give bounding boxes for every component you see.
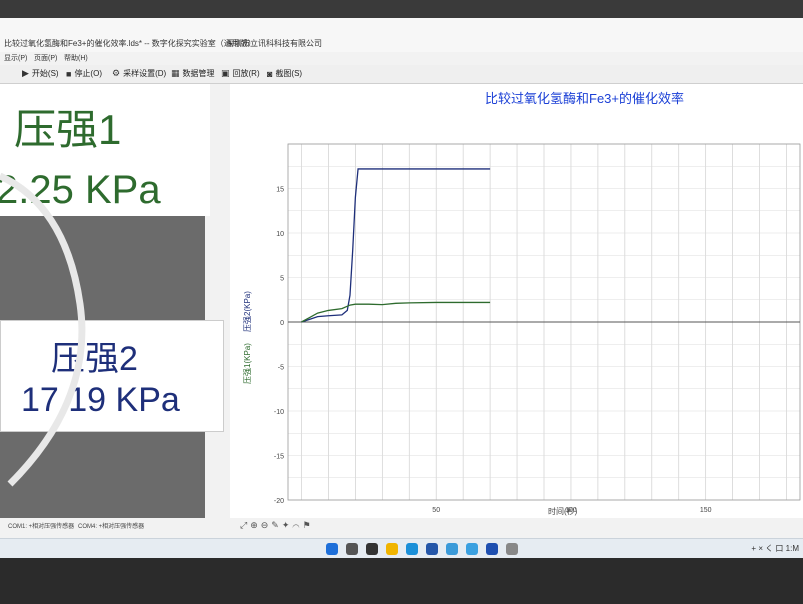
menu-page[interactable]: 页面(P) (34, 53, 57, 63)
lab-app-icon[interactable] (506, 543, 518, 555)
sensor-panel: 压强1 2.25 KPa 压强2 17.19 KPa (0, 84, 224, 518)
browser-icon[interactable] (446, 543, 458, 555)
status-com4: COM4: +相对压强传感器 (78, 524, 145, 530)
x-tick-label: 50 (432, 507, 440, 514)
monitor-bezel-bottom (0, 558, 803, 604)
folder-icon[interactable] (386, 543, 398, 555)
status-bar: COM1: +相对压强传感器 COM4: +相对压强传感器 (0, 518, 230, 532)
qq-icon[interactable] (466, 543, 478, 555)
stop-label: 停止(O) (74, 69, 102, 78)
play-icon: ▶ (22, 68, 29, 78)
menu-display[interactable]: 显示(P) (4, 53, 27, 63)
y-tick-label: -5 (278, 365, 284, 372)
replay-icon: ▣ (221, 68, 230, 78)
replay-button[interactable]: ▣ 回放(R) (221, 67, 260, 80)
y-tick-label: -10 (274, 409, 284, 416)
app-icon[interactable] (426, 543, 438, 555)
zoom-in-icon[interactable]: ⊕ (250, 520, 261, 530)
chart-panel: 比较过氧化氢酶和Fe3+的催化效率 压强2(KPa) 压强1(KPa) 时间(秒… (230, 84, 803, 518)
task-view-icon[interactable] (366, 543, 378, 555)
chart-plot[interactable]: 151050-5-10-15-2050 100 150 (230, 84, 803, 518)
screen: 比较过氧化氢酶和Fe3+的催化效率.lds* -- 数字化探究实验室（通用版） … (0, 18, 803, 561)
x-tick-label: 150 (700, 507, 712, 514)
y-tick-label: -20 (274, 498, 284, 505)
sampling-label: 采样设置(D) (123, 69, 167, 78)
y-tick-label: 10 (276, 231, 284, 238)
search-icon[interactable] (346, 543, 358, 555)
pen-icon[interactable]: ✎ (271, 520, 282, 530)
marker-icon[interactable]: ✦ (282, 520, 293, 530)
table-icon: ▦ (171, 68, 180, 78)
series-line-1 (301, 168, 491, 323)
title-bar: 比较过氧化氢酶和Fe3+的催化效率.lds* -- 数字化探究实验室（通用版） … (0, 18, 803, 52)
zoom-out-icon[interactable]: ⊖ (261, 520, 272, 530)
y-tick-label: -15 (274, 454, 284, 461)
fit-icon[interactable]: ⚑ (303, 520, 314, 530)
y-tick-label: 15 (276, 187, 284, 194)
y-tick-label: 5 (280, 276, 284, 283)
data-label: 数据管理 (182, 69, 215, 78)
menu-bar: 显示(P) 页面(P) 帮助(H) (0, 52, 803, 64)
stop-icon: ■ (66, 68, 72, 79)
screenshot-button[interactable]: ◙ 截图(S) (267, 67, 302, 80)
start-button[interactable]: ▶ 开始(S) (22, 67, 59, 80)
x-tick-label: 100 (565, 507, 577, 514)
curve-icon[interactable]: ⌒ (292, 520, 302, 530)
l-app-icon[interactable] (486, 543, 498, 555)
start-menu-icon[interactable] (326, 543, 338, 555)
menu-help[interactable]: 帮助(H) (64, 53, 88, 63)
data-management-button[interactable]: ▦ 数据管理 (171, 67, 215, 80)
toolbar: ▶ 开始(S) ■ 停止(O) ⚙ 采样设置(D) ▦ 数据管理 ▣ 回放(R)… (0, 65, 803, 84)
window-title: 比较过氧化氢酶和Fe3+的催化效率.lds* -- 数字化探究实验室（通用版） (4, 39, 256, 48)
usb-cable (0, 172, 86, 487)
status-com1: COM1: +相对压强传感器 (8, 524, 75, 530)
select-icon[interactable]: ⤢ (240, 520, 250, 530)
system-tray[interactable]: + × く 口 1:M (751, 543, 799, 554)
stop-button[interactable]: ■ 停止(O) (66, 67, 102, 80)
edge-icon[interactable] (406, 543, 418, 555)
screenshot-label: 截图(S) (275, 69, 303, 78)
camera-icon: ◙ (267, 68, 273, 79)
start-label: 开始(S) (31, 69, 59, 78)
gear-icon: ⚙ (112, 68, 121, 78)
replay-label: 回放(R) (232, 69, 260, 78)
company-name: 深圳市立讯科科技有限公司 (226, 39, 322, 48)
series-line-2 (301, 301, 491, 323)
y-tick-label: 0 (280, 320, 284, 327)
sampling-settings-button[interactable]: ⚙ 采样设置(D) (112, 67, 166, 80)
chart-tools: ⤢⊕⊖✎✦⌒⚑ (240, 520, 440, 534)
